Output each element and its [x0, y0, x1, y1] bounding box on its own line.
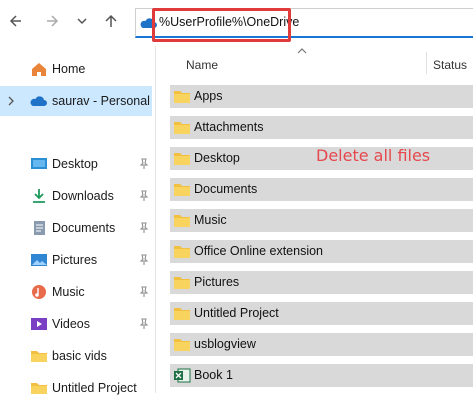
- sidebar-item-pictures[interactable]: Pictures: [0, 245, 152, 275]
- file-row[interactable]: Attachments: [170, 116, 473, 139]
- pin-icon[interactable]: [138, 318, 150, 330]
- sidebar-item-label: Pictures: [52, 253, 98, 267]
- sidebar-item-label: basic vids: [52, 349, 107, 363]
- file-name: Office Online extension: [194, 244, 324, 258]
- onedrive-cloud-icon: [30, 96, 47, 106]
- sidebar-item-videos[interactable]: Videos: [0, 309, 152, 339]
- sidebar-item-documents[interactable]: Documents: [0, 213, 152, 243]
- sidebar-item-label: Documents: [52, 221, 116, 235]
- folder-icon: [174, 277, 190, 289]
- pin-icon[interactable]: [138, 158, 150, 170]
- column-header-status[interactable]: Status: [433, 58, 467, 72]
- chevron-down-icon: [77, 18, 87, 25]
- desktop-icon: [31, 158, 47, 169]
- chevron-right-icon[interactable]: [6, 96, 16, 106]
- sidebar-item-label: Downloads: [52, 189, 114, 203]
- sidebar-item-label: saurav - Personal: [52, 94, 150, 108]
- folder-icon: [174, 215, 190, 227]
- sidebar-item-home[interactable]: Home: [0, 54, 152, 84]
- sidebar-item-label: Home: [52, 62, 86, 76]
- forward-button[interactable]: [42, 11, 62, 31]
- file-name: usblogview: [194, 337, 256, 351]
- file-name: Attachments: [194, 120, 264, 134]
- onedrive-cloud-icon: [140, 18, 157, 28]
- folder-icon: [31, 383, 47, 394]
- file-row[interactable]: Book 1: [170, 364, 473, 387]
- sort-ascending-icon: [297, 48, 307, 54]
- folder-icon: [174, 339, 190, 351]
- pictures-icon: [31, 254, 47, 266]
- navigation-pane: Home saurav - Personal Desktop Downloads…: [0, 46, 155, 395]
- folder-icon: [174, 308, 190, 320]
- folder-icon: [174, 122, 190, 134]
- sidebar-item-label: Videos: [52, 317, 90, 331]
- sidebar-item-basic-vids[interactable]: basic vids: [0, 341, 152, 371]
- column-separator[interactable]: [426, 52, 427, 74]
- address-input[interactable]: %UserProfile%\OneDrive: [159, 15, 299, 29]
- pin-icon[interactable]: [138, 254, 150, 266]
- videos-icon: [31, 318, 47, 330]
- file-name: Documents: [194, 182, 258, 196]
- file-row[interactable]: Pictures: [170, 271, 473, 294]
- file-name: Apps: [194, 89, 223, 103]
- file-name: Music: [194, 213, 227, 227]
- file-row[interactable]: Office Online extension: [170, 240, 473, 263]
- arrow-right-icon: [47, 15, 59, 27]
- pin-icon[interactable]: [138, 222, 150, 234]
- folder-icon: [31, 351, 47, 362]
- music-icon: [32, 285, 46, 299]
- file-row[interactable]: Music: [170, 209, 473, 232]
- file-row[interactable]: Documents: [170, 178, 473, 201]
- file-name: Untitled Project: [194, 306, 279, 320]
- sidebar-item-onedrive-personal[interactable]: saurav - Personal: [0, 86, 152, 116]
- pane-divider[interactable]: [155, 46, 156, 393]
- file-name: Book 1: [194, 368, 233, 382]
- sidebar-item-label: Music: [52, 285, 85, 299]
- sidebar-item-label: Desktop: [52, 157, 98, 171]
- downloads-icon: [33, 189, 45, 203]
- folder-icon: [174, 246, 190, 258]
- column-header-name[interactable]: Name: [186, 58, 218, 72]
- address-bar[interactable]: %UserProfile%\OneDrive: [135, 8, 473, 38]
- up-button[interactable]: [101, 11, 121, 31]
- sidebar-item-downloads[interactable]: Downloads: [0, 181, 152, 211]
- arrow-up-icon: [105, 14, 117, 27]
- sidebar-item-music[interactable]: Music: [0, 277, 152, 307]
- folder-icon: [174, 184, 190, 196]
- file-row[interactable]: Untitled Project: [170, 302, 473, 325]
- navigation-toolbar: %UserProfile%\OneDrive: [0, 0, 473, 46]
- folder-icon: [174, 91, 190, 103]
- file-name: Desktop: [194, 151, 240, 165]
- excel-file-icon: [174, 368, 191, 383]
- sidebar-item-untitled-project[interactable]: Untitled Project: [0, 373, 152, 403]
- delete-files-annotation: Delete all files: [316, 146, 431, 165]
- file-name: Pictures: [194, 275, 240, 289]
- file-row[interactable]: usblogview: [170, 333, 473, 356]
- home-icon: [32, 63, 46, 76]
- pin-icon[interactable]: [138, 286, 150, 298]
- sidebar-item-desktop[interactable]: Desktop: [0, 149, 152, 179]
- pin-icon[interactable]: [138, 190, 150, 202]
- back-button[interactable]: [6, 11, 26, 31]
- folder-icon: [174, 153, 190, 165]
- file-row[interactable]: Apps: [170, 85, 473, 108]
- documents-icon: [34, 221, 45, 235]
- recent-locations-button[interactable]: [72, 11, 92, 31]
- arrow-left-icon: [9, 15, 21, 27]
